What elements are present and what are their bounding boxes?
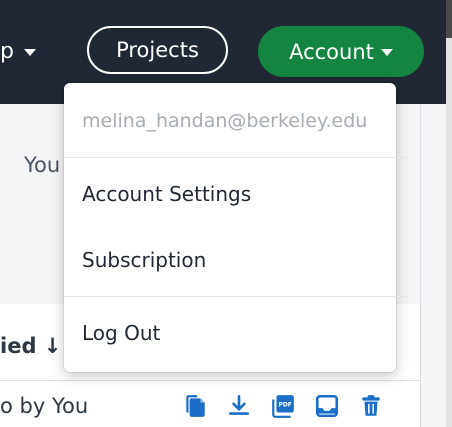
- copy-icon[interactable]: [182, 393, 208, 419]
- trash-icon[interactable]: [358, 393, 384, 419]
- right-gutter: [420, 104, 447, 427]
- account-menu-button[interactable]: Account: [258, 26, 424, 77]
- svg-text:PDF: PDF: [278, 402, 291, 409]
- projects-button[interactable]: Projects: [87, 26, 228, 74]
- help-menu-toggle[interactable]: p: [0, 34, 36, 70]
- account-dropdown-menu: melina_handan@berkeley.edu Account Setti…: [64, 83, 409, 372]
- menu-item-subscription[interactable]: Subscription: [64, 234, 396, 286]
- chevron-down-icon: [380, 49, 393, 56]
- sort-by-modified-header[interactable]: ied ↓: [0, 334, 61, 358]
- welcome-text: You: [24, 153, 61, 177]
- pdf-icon[interactable]: PDF: [270, 393, 296, 419]
- account-button-label: Account: [289, 39, 374, 64]
- archive-icon[interactable]: [314, 393, 340, 419]
- scrollbar-thumb[interactable]: [446, 0, 452, 38]
- account-email: melina_handan@berkeley.edu: [82, 110, 368, 132]
- chevron-down-icon: [23, 48, 36, 56]
- menu-item-log-out[interactable]: Log Out: [64, 307, 396, 359]
- scrollbar-track[interactable]: [446, 0, 452, 427]
- menu-item-account-settings[interactable]: Account Settings: [64, 168, 396, 220]
- download-icon[interactable]: [226, 393, 252, 419]
- project-owner-cell: o by You: [0, 394, 89, 418]
- help-menu-label: p: [0, 39, 14, 64]
- menu-divider: [64, 296, 409, 297]
- menu-divider: [64, 157, 409, 158]
